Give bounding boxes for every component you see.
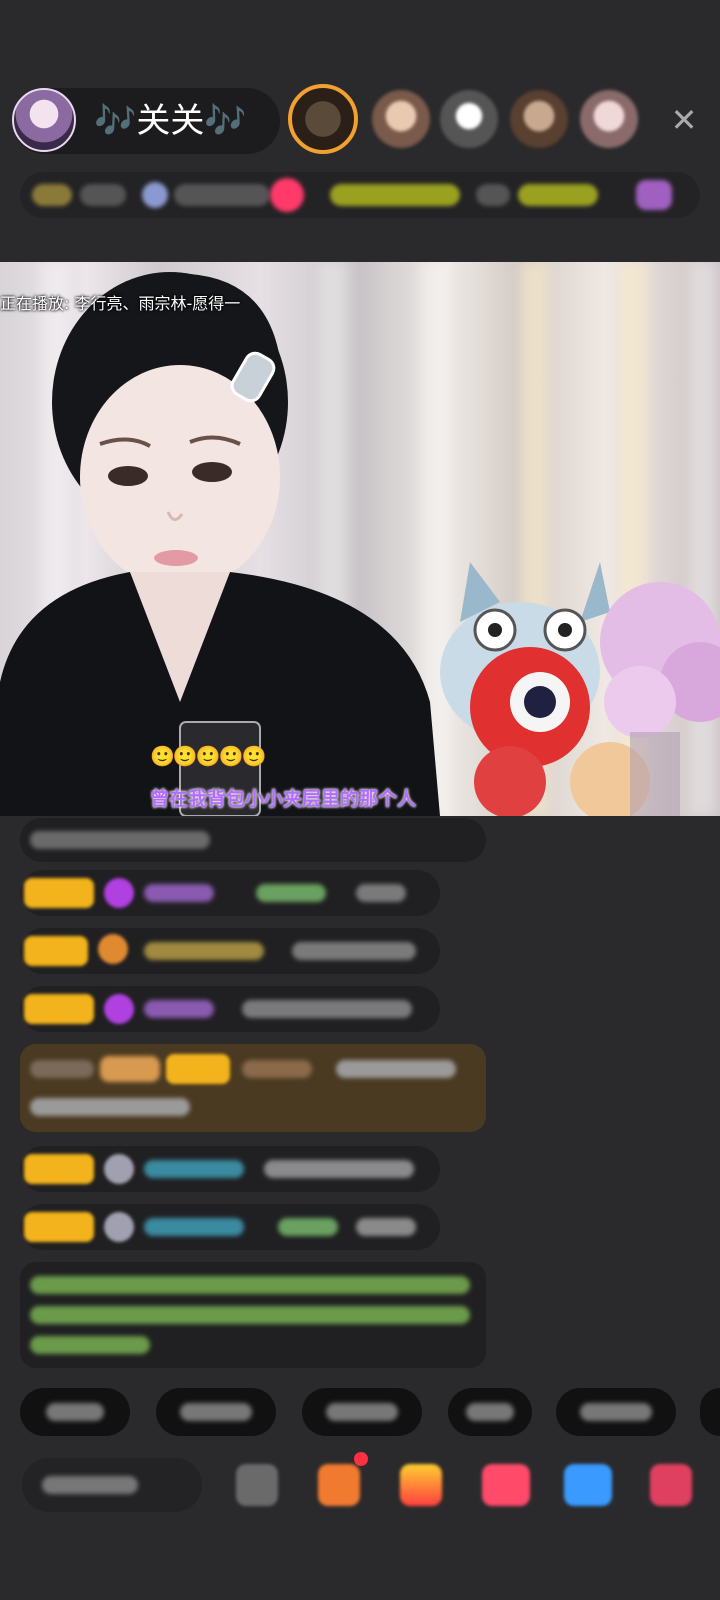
level-badge: [24, 878, 94, 908]
gift-icon: [98, 934, 128, 964]
quick-chip[interactable]: [156, 1388, 276, 1436]
chat-message[interactable]: [20, 818, 486, 862]
fans-icon: [142, 182, 168, 208]
gift-icon[interactable]: [270, 178, 304, 212]
heart-gift-icon[interactable]: [482, 1464, 530, 1506]
chat-username-2: [278, 1218, 338, 1236]
user-avatar-icon: [104, 1212, 134, 1242]
chat-text: [336, 1060, 456, 1078]
gift-icon[interactable]: [400, 1464, 442, 1506]
host-avatar[interactable]: [12, 88, 76, 152]
system-notice: [20, 1262, 486, 1368]
fans-text: [174, 184, 270, 206]
chat-text-2: [30, 1098, 190, 1116]
comment-input[interactable]: [22, 1458, 202, 1512]
live-info-row[interactable]: [20, 172, 700, 218]
lyric-subtitle: 曾在我背包小小夹层里的那个人: [150, 788, 417, 810]
chat-message[interactable]: [20, 986, 440, 1032]
chat-message[interactable]: [20, 1204, 440, 1250]
chat-text: [356, 884, 406, 902]
top-viewer-avatar-5[interactable]: [580, 90, 638, 148]
notice-line-3: [30, 1336, 150, 1354]
task-text-3: [518, 184, 598, 206]
quick-chip[interactable]: [20, 1388, 130, 1436]
level-badge: [100, 1056, 160, 1082]
task-text: [330, 184, 460, 206]
rank-text: [80, 184, 126, 206]
chat-message-highlight[interactable]: [20, 1044, 486, 1132]
chat-message[interactable]: [20, 928, 440, 974]
chat-username: [242, 1060, 312, 1078]
chip-text: [326, 1403, 398, 1421]
chat-username-2: [256, 884, 326, 902]
top-viewer-avatar-3[interactable]: [440, 90, 498, 148]
notice-line-2: [30, 1306, 470, 1324]
chat-message[interactable]: [20, 870, 440, 916]
chip-text: [46, 1403, 104, 1421]
host-name: 🎶关关🎶: [94, 101, 247, 141]
top-viewer-avatar-2[interactable]: [372, 90, 430, 148]
gift-box-icon[interactable]: [318, 1464, 360, 1506]
gem-icon: [104, 878, 134, 908]
level-badge: [24, 1154, 94, 1184]
chip-text: [466, 1403, 514, 1421]
chat-username: [144, 1218, 244, 1236]
chat-username: [144, 884, 214, 902]
quick-chip[interactable]: [700, 1388, 720, 1436]
chip-text: [180, 1403, 252, 1421]
rank-badge: [32, 184, 72, 206]
chat-text: [30, 831, 210, 849]
quick-chip[interactable]: [556, 1388, 676, 1436]
quick-chip[interactable]: [302, 1388, 422, 1436]
chat-username: [144, 1160, 244, 1178]
top-viewer-avatar-4[interactable]: [510, 90, 568, 148]
notice-line-1: [30, 1276, 470, 1294]
quick-chip[interactable]: [448, 1388, 532, 1436]
chat-text: [292, 942, 416, 960]
live-video[interactable]: [0, 262, 720, 816]
chat-text: [242, 1000, 412, 1018]
notification-dot: [354, 1452, 368, 1466]
chat-text: [264, 1160, 414, 1178]
game-icon[interactable]: [564, 1464, 612, 1506]
reaction-emojis: 🙂🙂🙂🙂🙂: [150, 744, 267, 768]
chat-username: [144, 942, 264, 960]
chat-message[interactable]: [20, 1146, 440, 1192]
user-avatar-icon: [104, 1154, 134, 1184]
level-badge: [24, 936, 88, 966]
chip-text: [580, 1403, 652, 1421]
level-badge: [166, 1054, 230, 1084]
task-text-2: [476, 184, 510, 206]
emoji-icon[interactable]: [236, 1464, 278, 1506]
chat-prefix: [30, 1060, 94, 1078]
level-badge: [24, 1212, 94, 1242]
share-icon[interactable]: [636, 180, 672, 210]
gem-icon: [104, 994, 134, 1024]
top-viewer-avatar-1[interactable]: [288, 84, 358, 154]
now-playing-text: 正在播放: 李行亮、雨宗林-愿得一: [0, 294, 241, 313]
close-icon[interactable]: ✕: [664, 100, 704, 140]
chat-text: [356, 1218, 416, 1236]
comment-placeholder: [42, 1476, 138, 1494]
chat-username: [144, 1000, 214, 1018]
level-badge: [24, 994, 94, 1024]
streamer-figure: [0, 272, 720, 816]
more-icon[interactable]: [650, 1464, 692, 1506]
